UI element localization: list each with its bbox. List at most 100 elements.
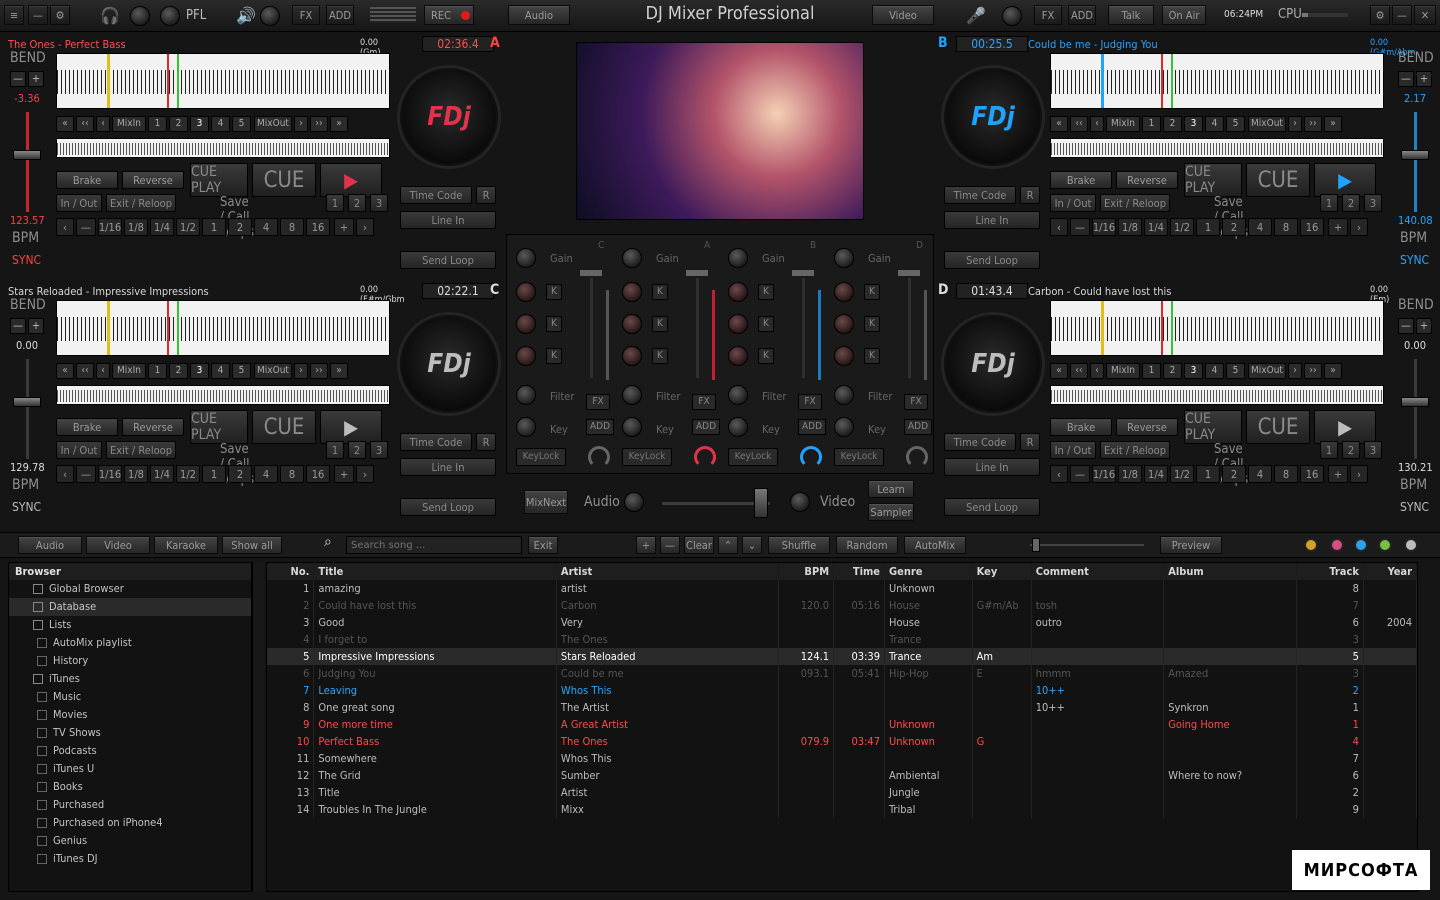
- deckC-hotcue-2[interactable]: 2: [169, 363, 188, 379]
- fx-button-left[interactable]: FX: [292, 5, 320, 25]
- deckA-loop-size-1-16[interactable]: 1/16: [98, 218, 122, 236]
- table-row[interactable]: 9 One more time A Great Artist Unknown Going…: [267, 716, 1417, 733]
- deckD-saved-loop-1[interactable]: 1: [1320, 441, 1338, 459]
- volume-fader-c[interactable]: [580, 270, 602, 276]
- add-icon[interactable]: +: [636, 536, 656, 554]
- deckC-saved-loop-1[interactable]: 1: [326, 441, 344, 459]
- deckB-sendloop-button[interactable]: Send Loop: [944, 251, 1040, 269]
- deckA-loop-size-2[interactable]: 2: [228, 218, 252, 236]
- table-row[interactable]: 7 Leaving Whos This 10++ 2: [267, 682, 1417, 699]
- volume-fader-d[interactable]: [898, 270, 920, 276]
- deckC-prev-icon[interactable]: ‹: [96, 363, 110, 379]
- deckB-pitch-slider[interactable]: [1401, 150, 1429, 160]
- deckD-timecode-button[interactable]: Time Code: [944, 433, 1016, 451]
- deckA-hotcue-1[interactable]: 1: [148, 116, 167, 132]
- fx-button-b[interactable]: FX: [798, 394, 822, 410]
- keylock-button-c[interactable]: KeyLock: [516, 448, 566, 466]
- deckC-forward-icon[interactable]: ››: [310, 363, 328, 379]
- table-row[interactable]: 6 Judging You Could be me 093.1 05:41 Hip-Hop…: [267, 665, 1417, 682]
- deckD-loop-double-icon[interactable]: +: [1328, 465, 1348, 483]
- deckD-hotcue-1[interactable]: 1: [1142, 363, 1161, 379]
- deckA-saved-loop-1[interactable]: 1: [326, 194, 344, 212]
- deckC-saved-loop-2[interactable]: 2: [348, 441, 366, 459]
- deckD-brake-button[interactable]: Brake: [1050, 418, 1112, 436]
- deckC-reverse-button[interactable]: Reverse: [122, 418, 184, 436]
- deckB-inout-button[interactable]: In / Out: [1050, 194, 1096, 212]
- deckA-loop-size-8[interactable]: 8: [280, 218, 304, 236]
- deckD-fast-forward-icon[interactable]: »: [1324, 363, 1342, 379]
- eq-knob-c-2[interactable]: [516, 314, 536, 334]
- filter-audio-button[interactable]: Audio: [18, 536, 82, 554]
- column-header-genre[interactable]: Genre: [884, 563, 973, 580]
- deckB-loop-size-1[interactable]: 1: [1196, 218, 1220, 236]
- volume-fader-b[interactable]: [792, 270, 814, 276]
- clear-button[interactable]: Clear: [684, 536, 714, 554]
- deckC-overview-waveform[interactable]: [56, 385, 390, 405]
- deckC-brake-button[interactable]: Brake: [56, 418, 118, 436]
- deckA-pitch-slider[interactable]: [13, 150, 41, 160]
- deckB-back-icon[interactable]: ‹‹: [1070, 116, 1088, 132]
- close-icon[interactable]: ✕: [1414, 5, 1436, 25]
- deckA-timecode-button[interactable]: Time Code: [400, 186, 472, 204]
- key-knob-b[interactable]: [728, 417, 748, 437]
- deckC-loop-double-icon[interactable]: +: [334, 465, 354, 483]
- add-button-d[interactable]: ADD: [904, 419, 932, 435]
- deckA-loop-size-4[interactable]: 4: [254, 218, 278, 236]
- deckD-next-icon[interactable]: ›: [1288, 363, 1302, 379]
- deckD-loop-halve-icon[interactable]: —: [1070, 465, 1090, 483]
- deckD-forward-icon[interactable]: ››: [1304, 363, 1322, 379]
- deckB-fast-forward-icon[interactable]: »: [1324, 116, 1342, 132]
- column-header-track[interactable]: Track: [1296, 563, 1364, 580]
- deckB-loop-halve-icon[interactable]: —: [1070, 218, 1090, 236]
- eq-kill-c-2[interactable]: K: [546, 316, 562, 332]
- deckC-mixin-button[interactable]: MixIn: [112, 363, 146, 379]
- key-knob-d[interactable]: [834, 417, 854, 437]
- table-row[interactable]: 14 Troubles In The Jungle Mixx Tribal 9: [267, 801, 1417, 818]
- deckD-back-icon[interactable]: ‹‹: [1070, 363, 1088, 379]
- add-button-right[interactable]: ADD: [1068, 5, 1096, 25]
- deckC-hotcue-4[interactable]: 4: [211, 363, 230, 379]
- deckC-play-icon[interactable]: ▶: [320, 410, 382, 444]
- filter-knob-d[interactable]: [834, 385, 854, 405]
- deckC-fast-forward-icon[interactable]: »: [330, 363, 348, 379]
- browser-item[interactable]: Movies: [9, 706, 251, 724]
- eq-knob-c-1[interactable]: [516, 282, 536, 302]
- deckC-timecode-r-button[interactable]: R: [476, 433, 496, 451]
- deckC-hotcue-5[interactable]: 5: [232, 363, 251, 379]
- video-crossfader-knob[interactable]: [790, 492, 810, 512]
- deckB-forward-icon[interactable]: ››: [1304, 116, 1322, 132]
- deckA-inout-button[interactable]: In / Out: [56, 194, 102, 212]
- headphone-cue-icon-a[interactable]: [694, 446, 716, 468]
- deckA-next-icon[interactable]: ›: [294, 116, 308, 132]
- eq-kill-a-1[interactable]: K: [652, 284, 668, 300]
- deckA-loop-size-16[interactable]: 16: [306, 218, 330, 236]
- deckC-sendloop-button[interactable]: Send Loop: [400, 498, 496, 516]
- column-header-no[interactable]: No.: [267, 563, 315, 580]
- mixnext-button[interactable]: MixNext: [524, 490, 568, 514]
- headphone-cue-icon-b[interactable]: [800, 446, 822, 468]
- keylock-button-d[interactable]: KeyLock: [834, 448, 884, 466]
- deckA-mixin-button[interactable]: MixIn: [112, 116, 146, 132]
- deckA-reverse-button[interactable]: Reverse: [122, 171, 184, 189]
- deckA-hotcue-2[interactable]: 2: [169, 116, 188, 132]
- deckB-loop-size-1-2[interactable]: 1/2: [1170, 218, 1194, 236]
- browser-item[interactable]: Global Browser: [9, 580, 251, 598]
- add-button-c[interactable]: ADD: [586, 419, 614, 435]
- deckA-play-icon[interactable]: ▶: [320, 163, 382, 197]
- audio-top-button[interactable]: Audio: [508, 5, 570, 25]
- key-knob-c[interactable]: [516, 417, 536, 437]
- deckB-loop-size-16[interactable]: 16: [1300, 218, 1324, 236]
- deckC-next-icon[interactable]: ›: [294, 363, 308, 379]
- learn-button[interactable]: Learn: [868, 480, 914, 498]
- deckB-loop-size-2[interactable]: 2: [1222, 218, 1246, 236]
- app-menu-icon[interactable]: ≡: [4, 5, 24, 25]
- deckD-hotcue-2[interactable]: 2: [1163, 363, 1182, 379]
- keylock-button-b[interactable]: KeyLock: [728, 448, 778, 466]
- filter-knob-c[interactable]: [516, 385, 536, 405]
- deckB-timecode-r-button[interactable]: R: [1020, 186, 1040, 204]
- eq-knob-b-2[interactable]: [728, 314, 748, 334]
- deckD-loop-size-2[interactable]: 2: [1222, 465, 1246, 483]
- color-filter-blue[interactable]: [1354, 538, 1368, 552]
- deckB-bend-up-icon[interactable]: +: [1416, 71, 1432, 87]
- browser-item[interactable]: Database: [9, 598, 251, 616]
